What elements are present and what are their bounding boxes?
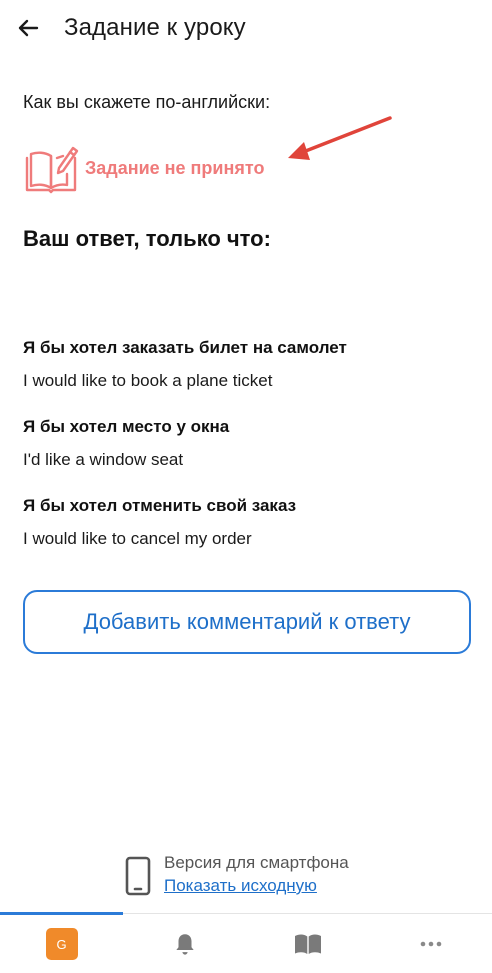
answer-source-text: Я бы хотел отменить свой заказ: [23, 496, 297, 515]
bottom-nav: G: [0, 915, 492, 973]
book-pencil-icon: [25, 146, 79, 194]
arrow-left-icon: [18, 19, 39, 37]
answer-heading: Ваш ответ, только что:: [23, 226, 271, 251]
page-title: Задание к уроку: [64, 14, 246, 41]
answer-translation-text: I would like to book a plane ticket: [23, 371, 273, 390]
more-icon: [420, 941, 441, 947]
nav-item-profile[interactable]: G: [0, 915, 123, 973]
add-comment-button[interactable]: Добавить комментарий к ответу: [23, 590, 471, 654]
answer-item: Я бы хотел отменить свой заказ I would l…: [23, 494, 473, 551]
nav-divider: [123, 913, 492, 914]
task-prompt: Как вы скажете по-английски:: [23, 92, 271, 112]
version-label: Версия для смартфона: [164, 853, 349, 872]
smartphone-icon: [125, 856, 151, 896]
task-status: Задание не принято: [23, 140, 264, 196]
back-button[interactable]: [12, 12, 44, 44]
nav-item-notifications[interactable]: [123, 915, 246, 973]
answer-source-text: Я бы хотел заказать билет на самолет: [23, 338, 347, 357]
answer-list: Я бы хотел заказать билет на самолет I w…: [23, 336, 473, 573]
version-texts: Версия для смартфона Показать исходную: [164, 852, 349, 898]
nav-item-more[interactable]: [369, 915, 492, 973]
answer-translation-text: I would like to cancel my order: [23, 529, 252, 548]
avatar: G: [45, 928, 78, 960]
version-switcher: Версия для смартфона Показать исходную: [124, 852, 349, 898]
status-text: Задание не принято: [85, 157, 265, 178]
annotation-arrow-icon: [288, 116, 392, 160]
task-screen: Задание к уроку Как вы скажете по-англий…: [0, 0, 492, 973]
bell-icon: [175, 934, 194, 955]
answer-translation-text: I'd like a window seat: [23, 450, 184, 469]
app-header: Задание к уроку: [0, 0, 492, 60]
show-original-link[interactable]: Показать исходную: [164, 874, 349, 898]
answer-source-text: Я бы хотел место у окна: [23, 417, 230, 436]
book-icon: [294, 934, 321, 954]
answer-item: Я бы хотел заказать билет на самолет I w…: [23, 336, 473, 393]
nav-item-lessons[interactable]: [246, 915, 369, 973]
answer-item: Я бы хотел место у окна I'd like a windo…: [23, 415, 473, 472]
